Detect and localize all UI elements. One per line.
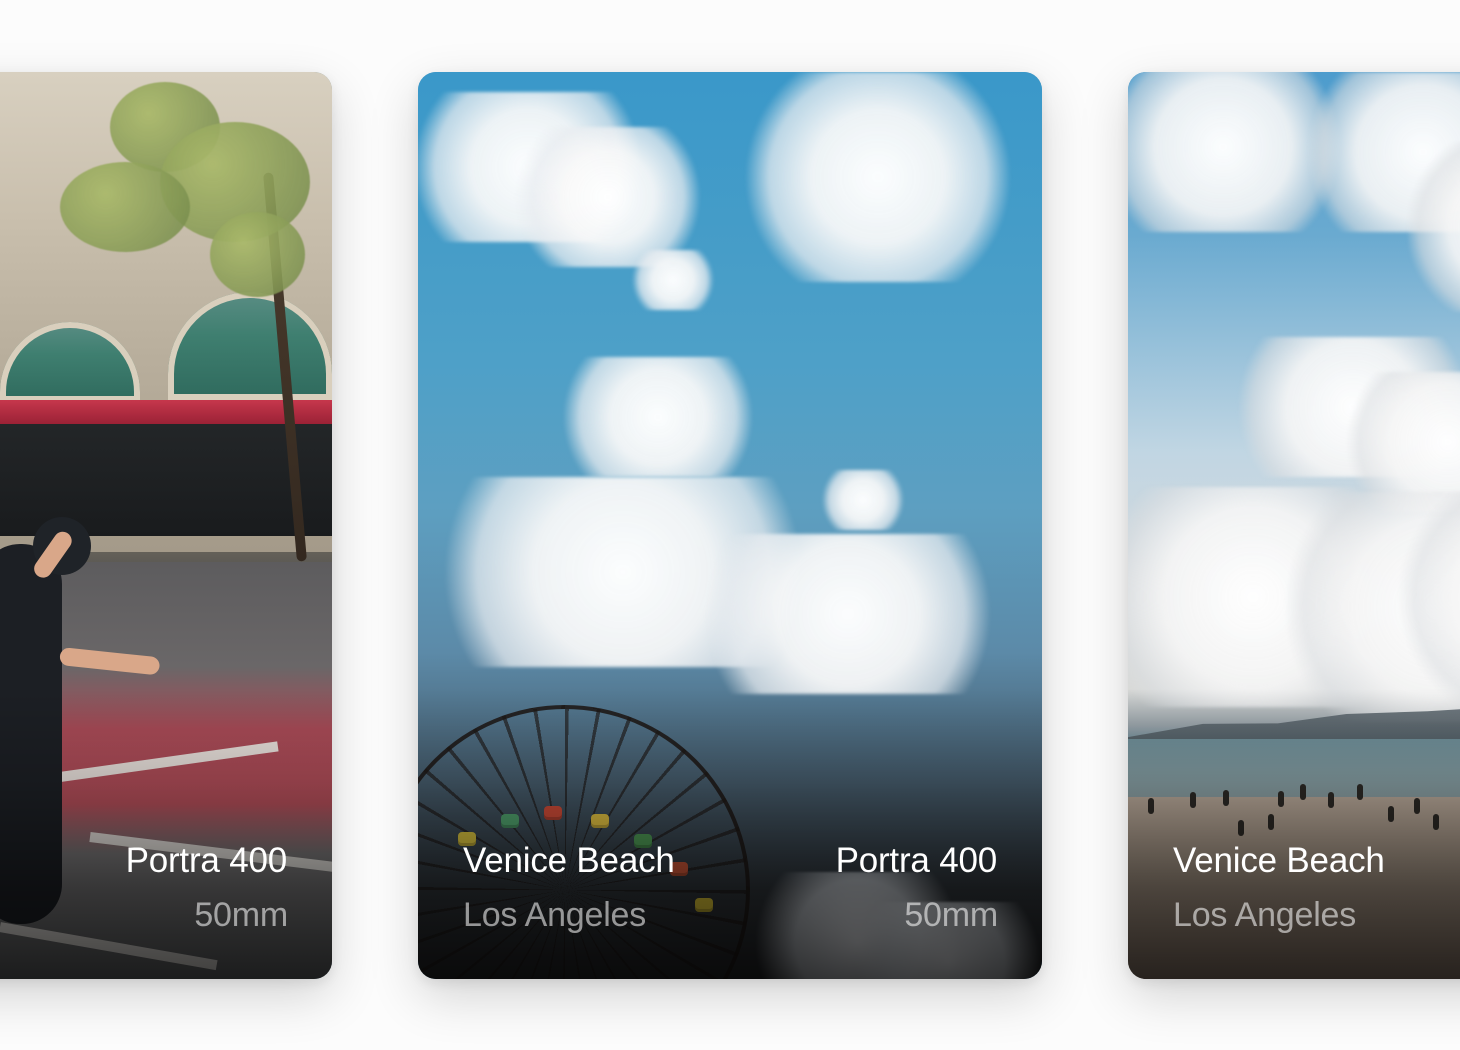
ferris-car [591,814,609,828]
card-right-region: Los Angeles [1173,896,1357,934]
photo-card-right[interactable]: Venice Beach Los Angeles [1128,72,1460,979]
card-left-film-stock: Portra 400 [125,841,288,880]
beach-person [1433,814,1439,830]
cloud [738,72,1018,282]
beach-person [1148,798,1154,814]
beach-person [1388,806,1394,822]
cloud [1398,492,1460,702]
ferris-car [695,898,713,912]
tree-leaves [210,212,305,297]
beach-person [1357,784,1363,800]
skateboarder [0,544,62,924]
cloud [508,127,708,267]
beach-person [1328,792,1334,808]
cloud [1408,142,1460,312]
beach-person [1238,820,1244,836]
beach-person [1268,814,1274,830]
tree-leaves [60,162,190,252]
card-center-region: Los Angeles [463,896,647,934]
cloud [818,470,908,530]
card-left-lens: 50mm [194,896,288,934]
beach-person [1190,792,1196,808]
card-center-film-stock: Portra 400 [835,841,998,880]
beach-person [1278,791,1284,807]
photo-card-left[interactable]: Portra 400 50mm [0,72,332,979]
ferris-car [544,806,562,820]
beach-person [1223,790,1229,806]
card-center-lens: 50mm [904,896,998,934]
card-center-location: Venice Beach [463,841,675,880]
cloud [628,250,718,310]
beach-person [1300,784,1306,800]
cloud [548,357,768,477]
sea [1128,739,1460,804]
photo-carousel: Portra 400 50mm Venice Beach Los Angeles [0,0,1460,1050]
card-right-location: Venice Beach [1173,841,1385,880]
photo-card-center[interactable]: Venice Beach Los Angeles Portra 400 50mm [418,72,1042,979]
ferris-car [501,814,519,828]
sand [1128,797,1460,979]
cloud [678,534,1018,694]
beach-person [1414,798,1420,814]
